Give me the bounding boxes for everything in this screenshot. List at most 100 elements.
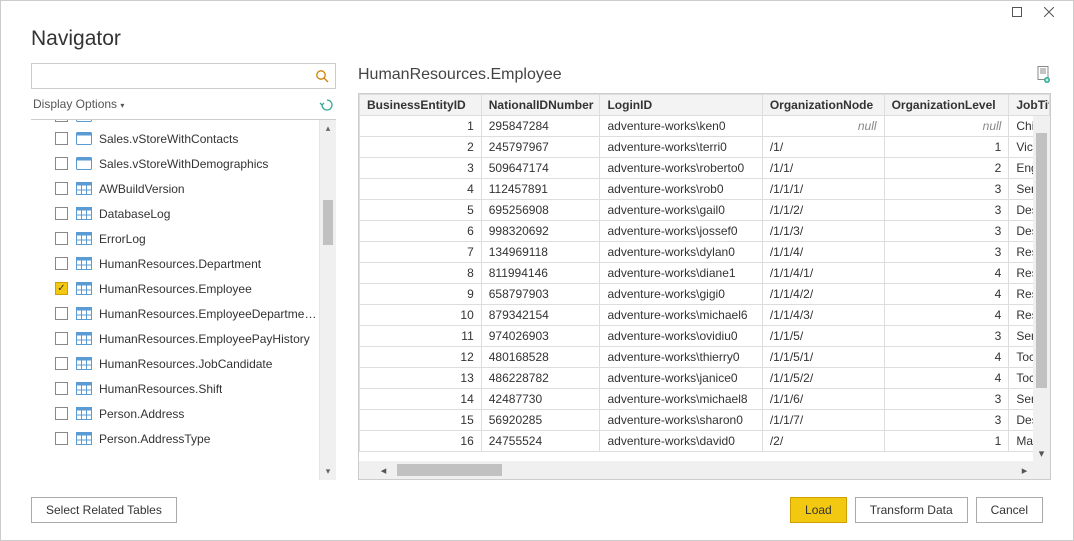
tree-item[interactable]: Person.AddressType — [31, 426, 318, 451]
tree-item[interactable]: SalesStoreWithAddresses — [31, 120, 318, 126]
checkbox[interactable] — [55, 120, 68, 122]
table-row[interactable]: 12480168528adventure-works\thierry0/1/1/… — [360, 347, 1050, 368]
checkbox[interactable] — [55, 207, 68, 220]
tree-item[interactable]: HumanResources.JobCandidate — [31, 351, 318, 376]
checkbox[interactable] — [55, 307, 68, 320]
refresh-icon[interactable] — [319, 97, 334, 112]
tree-item[interactable]: Sales.vStoreWithDemographics — [31, 151, 318, 176]
tree-item[interactable]: HumanResources.Employee — [31, 276, 318, 301]
cancel-button[interactable]: Cancel — [976, 497, 1043, 523]
search-input[interactable] — [38, 69, 315, 83]
column-header[interactable]: NationalIDNumber — [481, 95, 600, 116]
grid-vertical-thumb[interactable] — [1036, 133, 1047, 388]
grid-scroll-right-icon[interactable]: ▸ — [1016, 461, 1033, 479]
transform-data-button[interactable]: Transform Data — [855, 497, 968, 523]
cell: 245797967 — [481, 137, 600, 158]
cell: 1 — [884, 431, 1009, 452]
tree-item[interactable]: DatabaseLog — [31, 201, 318, 226]
search-icon[interactable] — [315, 69, 329, 83]
table-row[interactable]: 1624755524adventure-works\david0/2/1Ma — [360, 431, 1050, 452]
table-icon — [76, 407, 92, 421]
display-options[interactable]: Display Options ▾ — [33, 97, 124, 111]
scroll-down-icon[interactable]: ▾ — [320, 463, 336, 480]
tree-item[interactable]: HumanResources.Shift — [31, 376, 318, 401]
checkbox[interactable] — [55, 232, 68, 245]
cell: /2/ — [762, 431, 884, 452]
column-header[interactable]: OrganizationLevel — [884, 95, 1009, 116]
display-options-row: Display Options ▾ — [31, 89, 336, 119]
scroll-up-icon[interactable]: ▴ — [320, 120, 336, 137]
checkbox[interactable] — [55, 182, 68, 195]
grid-scroll-down-icon[interactable]: ▾ — [1033, 445, 1050, 462]
maximize-button[interactable] — [1002, 3, 1032, 21]
table-row[interactable]: 6998320692adventure-works\jossef0/1/1/3/… — [360, 221, 1050, 242]
table-row[interactable]: 11974026903adventure-works\ovidiu0/1/1/5… — [360, 326, 1050, 347]
checkbox[interactable] — [55, 357, 68, 370]
table-row[interactable]: 3509647174adventure-works\roberto0/1/1/2… — [360, 158, 1050, 179]
grid-horizontal-scrollbar[interactable] — [359, 461, 1050, 479]
left-panel: Display Options ▾ SalesStoreWithAddresse… — [31, 63, 336, 480]
tree-item[interactable]: AWBuildVersion — [31, 176, 318, 201]
cell: adventure-works\jossef0 — [600, 221, 762, 242]
checkbox[interactable] — [55, 132, 68, 145]
cell: /1/1/5/1/ — [762, 347, 884, 368]
table-row[interactable]: 10879342154adventure-works\michael6/1/1/… — [360, 305, 1050, 326]
checkbox[interactable] — [55, 157, 68, 170]
scroll-thumb[interactable] — [323, 200, 333, 245]
view-icon — [76, 132, 92, 146]
load-button[interactable]: Load — [790, 497, 847, 523]
column-header[interactable]: JobTitl — [1009, 95, 1050, 116]
data-grid[interactable]: BusinessEntityIDNationalIDNumberLoginIDO… — [359, 94, 1050, 452]
table-row[interactable]: 9658797903adventure-works\gigi0/1/1/4/2/… — [360, 284, 1050, 305]
checkbox[interactable] — [55, 407, 68, 420]
chevron-down-icon: ▾ — [120, 101, 124, 110]
tree-item[interactable]: HumanResources.EmployeeDepartmen... — [31, 301, 318, 326]
cell: 112457891 — [481, 179, 600, 200]
select-related-button[interactable]: Select Related Tables — [31, 497, 177, 523]
table-row[interactable]: 1295847284adventure-works\ken0nullnullCh… — [360, 116, 1050, 137]
search-box[interactable] — [31, 63, 336, 89]
cell: null — [884, 116, 1009, 137]
tree-item-label: Sales.vStoreWithDemographics — [99, 157, 268, 171]
cell: 1 — [884, 137, 1009, 158]
grid-horizontal-thumb[interactable] — [397, 464, 502, 476]
tree-item-label: HumanResources.EmployeeDepartmen... — [99, 307, 318, 321]
tree-scrollbar[interactable]: ▴ ▾ — [319, 120, 336, 480]
view-icon — [76, 157, 92, 171]
column-header[interactable]: LoginID — [600, 95, 762, 116]
title-row: Navigator — [1, 21, 1073, 63]
tree-item[interactable]: Person.Address — [31, 401, 318, 426]
cell: /1/1/4/3/ — [762, 305, 884, 326]
grid-scroll-left-icon[interactable]: ◂ — [375, 461, 392, 479]
close-button[interactable] — [1034, 3, 1064, 21]
tree-item[interactable]: HumanResources.Department — [31, 251, 318, 276]
checkbox[interactable] — [55, 282, 68, 295]
tree-item[interactable]: HumanResources.EmployeePayHistory — [31, 326, 318, 351]
column-header[interactable]: OrganizationNode — [762, 95, 884, 116]
preview-options-icon[interactable] — [1036, 66, 1051, 84]
column-header[interactable]: BusinessEntityID — [360, 95, 482, 116]
tree-item-label: Person.Address — [99, 407, 184, 421]
tree-list[interactable]: SalesStoreWithAddressesSales.vStoreWithC… — [31, 120, 318, 480]
table-row[interactable]: 1442487730adventure-works\michael8/1/1/6… — [360, 389, 1050, 410]
cell: adventure-works\michael6 — [600, 305, 762, 326]
cell: 12 — [360, 347, 482, 368]
checkbox[interactable] — [55, 332, 68, 345]
tree-item[interactable]: Sales.vStoreWithContacts — [31, 126, 318, 151]
table-row[interactable]: 13486228782adventure-works\janice0/1/1/5… — [360, 368, 1050, 389]
cell: 56920285 — [481, 410, 600, 431]
checkbox[interactable] — [55, 432, 68, 445]
table-row[interactable]: 7134969118adventure-works\dylan0/1/1/4/3… — [360, 242, 1050, 263]
table-row[interactable]: 2245797967adventure-works\terri0/1/1Vic — [360, 137, 1050, 158]
checkbox[interactable] — [55, 382, 68, 395]
tree-item[interactable]: ErrorLog — [31, 226, 318, 251]
cell: 24755524 — [481, 431, 600, 452]
table-row[interactable]: 1556920285adventure-works\sharon0/1/1/7/… — [360, 410, 1050, 431]
table-row[interactable]: 8811994146adventure-works\diane1/1/1/4/1… — [360, 263, 1050, 284]
checkbox[interactable] — [55, 257, 68, 270]
table-row[interactable]: 5695256908adventure-works\gail0/1/1/2/3D… — [360, 200, 1050, 221]
cell: 6 — [360, 221, 482, 242]
grid-vertical-scrollbar[interactable] — [1033, 116, 1050, 462]
tree-item-label: DatabaseLog — [99, 207, 170, 221]
table-row[interactable]: 4112457891adventure-works\rob0/1/1/1/3Se… — [360, 179, 1050, 200]
